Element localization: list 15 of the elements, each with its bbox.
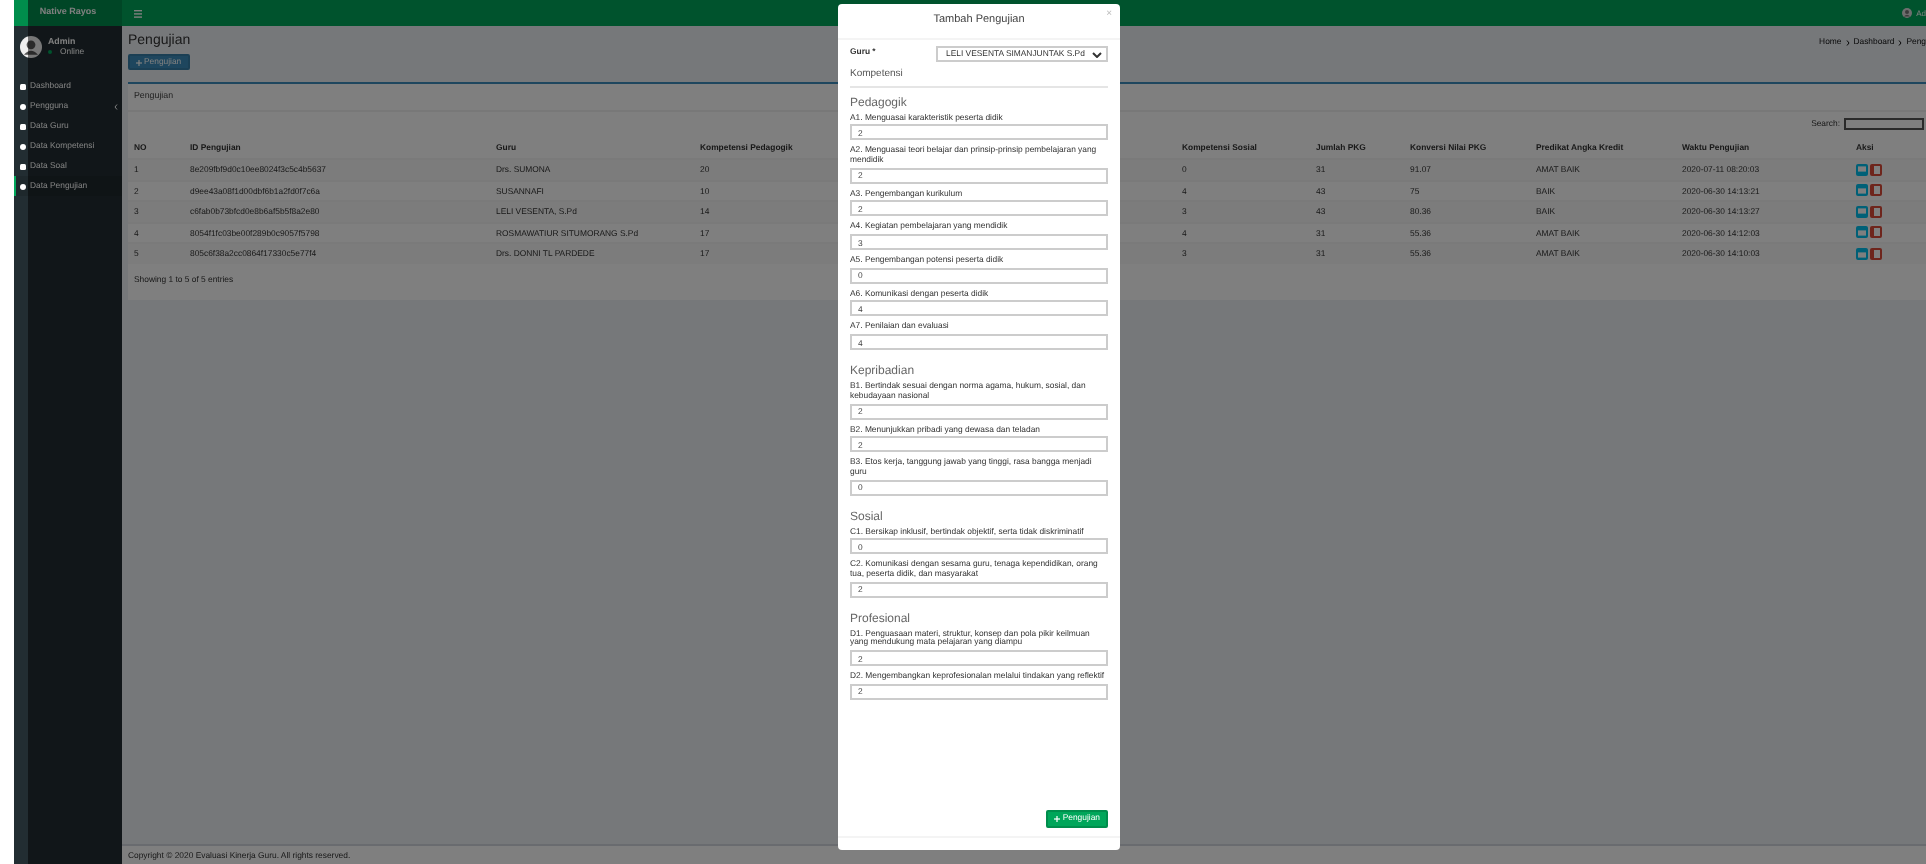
menu-item-icon: [20, 143, 26, 149]
menu-item-icon: [20, 183, 26, 189]
menu-item-icon: [20, 163, 26, 169]
user-avatar-icon: [20, 35, 42, 57]
user-avatar-icon[interactable]: [1902, 8, 1913, 18]
menu-icon[interactable]: [134, 9, 142, 17]
search-field[interactable]: [1844, 117, 1924, 130]
plus-icon: [1054, 816, 1061, 822]
menu-item-icon: [20, 83, 26, 89]
menu-item-icon: [20, 123, 26, 129]
chevron-right-icon: [1845, 39, 1850, 46]
chevron-down-icon: [1092, 51, 1102, 57]
chevron-right-icon: [1898, 39, 1903, 46]
menu-item-icon: [20, 103, 26, 109]
plus-icon: [136, 59, 142, 65]
